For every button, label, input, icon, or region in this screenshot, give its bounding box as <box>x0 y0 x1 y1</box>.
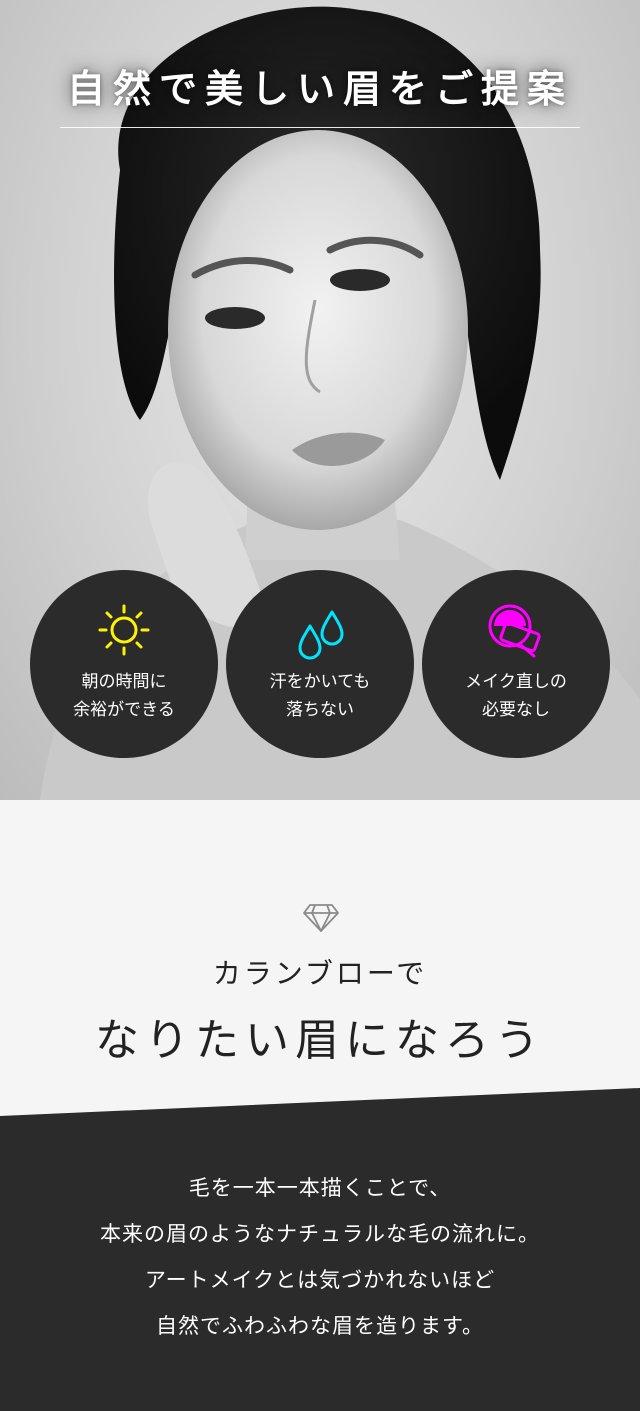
intro-title: なりたい眉になろう <box>95 1015 545 1066</box>
description-line: アートメイクとは気づかれないほど <box>144 1268 496 1292</box>
water-drops-icon <box>298 610 344 660</box>
feature-no-touchup: メイク直しの 必要なし <box>422 570 610 758</box>
feature-sweat-proof: 汗をかいても 落ちない <box>226 570 414 758</box>
makeup-compact-icon <box>488 604 541 658</box>
feature-label: メイク直しの 必要なし <box>465 672 567 720</box>
hero-title: 自然で美しい眉をご提案 <box>66 66 573 111</box>
hero-section: 自然で美しい眉をご提案 朝の時間に 余裕ができる 汗をかいても 落ちない メイク… <box>0 0 640 800</box>
hero-title-divider <box>60 127 580 128</box>
description-text: 毛を一本一本描くことで、 本来の眉のようなナチュラルな毛の流れに。 アートメイク… <box>0 1165 640 1349</box>
feature-label: 朝の時間に 余裕ができる <box>73 672 175 720</box>
description-line: 本来の眉のようなナチュラルな毛の流れに。 <box>100 1222 540 1246</box>
feature-morning-time: 朝の時間に 余裕ができる <box>30 570 218 758</box>
sun-icon <box>98 604 150 656</box>
diamond-icon <box>303 904 339 932</box>
feature-label: 汗をかいても 落ちない <box>269 672 371 720</box>
description-line: 毛を一本一本描くことで、 <box>188 1176 452 1200</box>
intro-subtitle: カランブローで <box>212 957 428 990</box>
description-line: 自然でふわふわな眉を造ります。 <box>156 1314 484 1338</box>
